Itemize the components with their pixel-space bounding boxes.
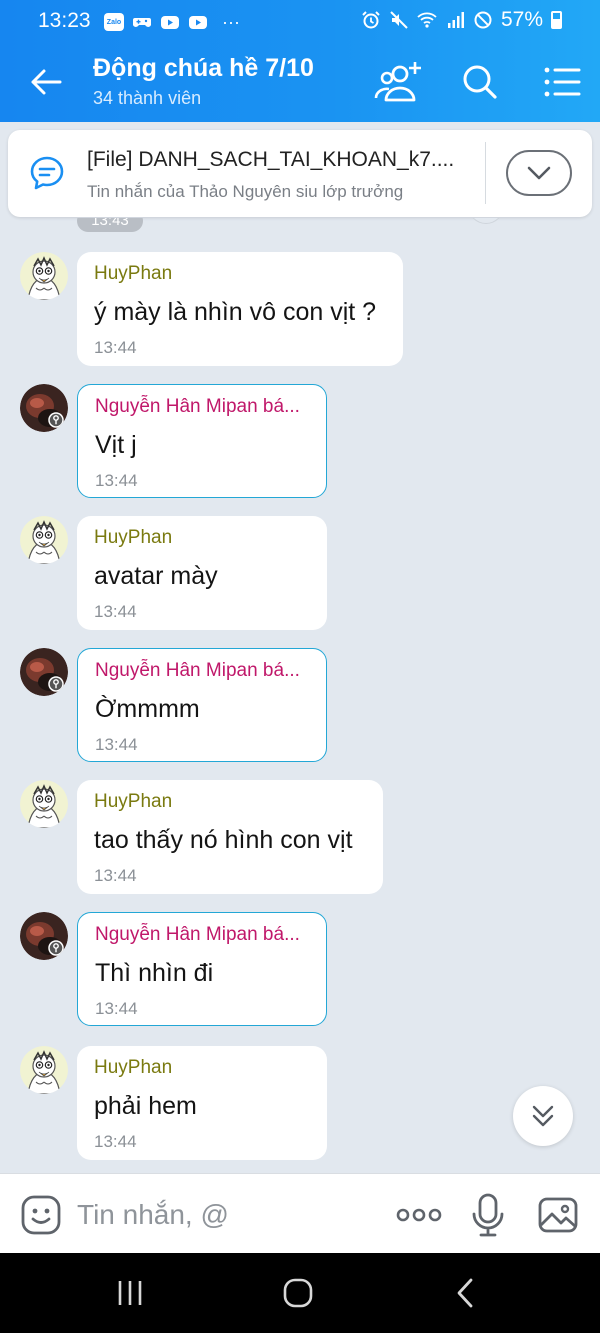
more-options-icon[interactable] <box>396 1202 442 1228</box>
message-time: 13:44 <box>95 471 138 490</box>
avatar-duck[interactable] <box>20 780 68 828</box>
message-bubble[interactable]: HuyPhan avatar mày 13:44 <box>77 516 327 630</box>
youtube-icon <box>189 16 207 29</box>
sender-name[interactable]: HuyPhan <box>94 263 172 285</box>
signal-icon <box>447 12 464 28</box>
message-text: tao thấy nó hình con vịt <box>94 826 353 854</box>
microphone-icon[interactable] <box>470 1192 506 1238</box>
chevron-down-icon <box>527 166 551 180</box>
avatar-photo[interactable] <box>20 648 68 696</box>
chat-area[interactable]: 13:43 HuyPhan ý mày là nhìn vô con vịt ?… <box>0 218 600 1173</box>
pinned-title: [File] DANH_SACH_TAI_KHOAN_k7.... <box>87 148 455 171</box>
image-gallery-icon[interactable] <box>537 1194 579 1236</box>
emoji-sticker-icon[interactable] <box>20 1194 62 1236</box>
pinned-message[interactable]: [File] DANH_SACH_TAI_KHOAN_k7.... Tin nh… <box>8 130 592 217</box>
top-bar: 13:23 Zalo ··· 57% Động chúa hề 7/10 34 … <box>0 0 600 122</box>
sender-name[interactable]: Nguyễn Hân Mipan bá... <box>95 660 300 682</box>
scroll-to-bottom-button[interactable] <box>513 1086 573 1146</box>
battery-icon <box>551 11 562 29</box>
message-bubble[interactable]: HuyPhan ý mày là nhìn vô con vịt ? 13:44 <box>77 252 403 366</box>
sender-name[interactable]: HuyPhan <box>94 527 172 549</box>
message-time: 13:44 <box>94 1132 137 1151</box>
status-app-icons: Zalo ··· <box>104 11 240 33</box>
sender-name[interactable]: HuyPhan <box>94 1057 172 1079</box>
recent-apps-icon[interactable] <box>112 1275 148 1311</box>
status-more-indicator: ··· <box>222 12 240 32</box>
message-text: Vịt j <box>95 431 137 459</box>
message-time: 13:44 <box>95 735 138 754</box>
message-text: phải hem <box>94 1092 197 1120</box>
avatar-duck[interactable] <box>20 516 68 564</box>
system-nav-bar <box>0 1253 600 1333</box>
status-right: 57% <box>361 8 562 32</box>
sender-name[interactable]: Nguyễn Hân Mipan bá... <box>95 924 300 946</box>
avatar-photo[interactable] <box>20 912 68 960</box>
avatar-duck[interactable] <box>20 252 68 300</box>
time-divider: 13:43 <box>77 218 143 232</box>
message-text: Thì nhìn đi <box>95 959 214 987</box>
message-time: 13:44 <box>94 338 137 357</box>
expand-pinned-button[interactable] <box>506 150 572 196</box>
zalo-app-icon: Zalo <box>104 13 124 31</box>
message-time: 13:44 <box>94 602 137 621</box>
avatar-duck[interactable] <box>20 1046 68 1094</box>
message-bubble[interactable]: Nguyễn Hân Mipan bá... Ờmmmm 13:44 <box>77 648 327 762</box>
message-bubble[interactable]: Nguyễn Hân Mipan bá... Vịt j 13:44 <box>77 384 327 498</box>
hidden-reaction-button <box>468 218 504 224</box>
status-bar: 13:23 Zalo ··· 57% <box>0 0 600 42</box>
sender-name[interactable]: Nguyễn Hân Mipan bá... <box>95 396 300 418</box>
battery-percent: 57% <box>500 8 543 31</box>
pinned-subtitle: Tin nhắn của Thảo Nguyên siu lớp trưởng <box>87 182 404 201</box>
message-text: avatar mày <box>94 562 218 590</box>
message-input-bar <box>0 1173 600 1253</box>
add-member-icon[interactable] <box>374 60 422 104</box>
alarm-icon <box>362 11 380 29</box>
message-time: 13:44 <box>95 999 138 1018</box>
sender-name[interactable]: HuyPhan <box>94 791 172 813</box>
mute-icon <box>390 11 408 29</box>
message-bubble[interactable]: HuyPhan tao thấy nó hình con vịt 13:44 <box>77 780 383 894</box>
message-text: ý mày là nhìn vô con vịt ? <box>94 298 377 326</box>
message-bubble[interactable]: HuyPhan phải hem 13:44 <box>77 1046 327 1160</box>
member-count[interactable]: 34 thành viên <box>93 88 201 109</box>
pinned-divider <box>485 142 486 204</box>
wifi-icon <box>417 12 437 28</box>
group-title[interactable]: Động chúa hề 7/10 <box>93 54 314 83</box>
menu-list-icon[interactable] <box>538 60 586 104</box>
message-text: Ờmmmm <box>95 695 200 723</box>
do-not-disturb-icon <box>474 11 492 29</box>
message-bubble[interactable]: Nguyễn Hân Mipan bá... Thì nhìn đi 13:44 <box>77 912 327 1026</box>
search-icon[interactable] <box>456 60 504 104</box>
message-time: 13:44 <box>94 866 137 885</box>
youtube-icon <box>161 16 179 29</box>
avatar-photo[interactable] <box>20 384 68 432</box>
gamepad-icon <box>133 18 151 27</box>
message-input[interactable] <box>77 1194 377 1236</box>
message-icon <box>30 156 64 190</box>
double-chevron-down-icon <box>532 1105 554 1127</box>
home-icon[interactable] <box>280 1275 316 1311</box>
back-arrow-icon[interactable] <box>28 64 64 100</box>
back-icon[interactable] <box>448 1275 484 1311</box>
chat-header: Động chúa hề 7/10 34 thành viên <box>0 42 600 122</box>
status-time: 13:23 <box>38 9 91 32</box>
